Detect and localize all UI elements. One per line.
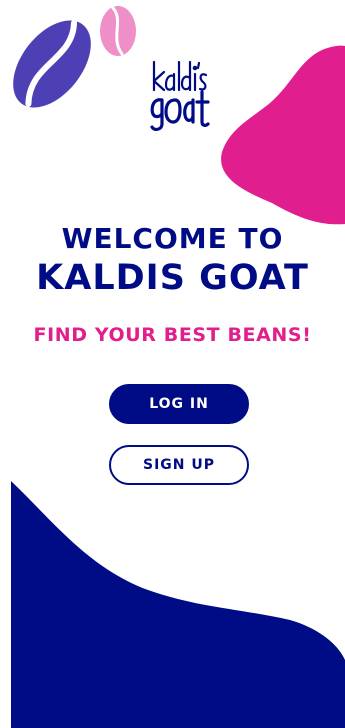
login-button[interactable]: LOG IN (109, 384, 249, 424)
tagline: FIND YOUR BEST BEANS! (33, 324, 312, 346)
signup-button[interactable]: SIGN UP (109, 445, 249, 485)
navy-wave-shape (11, 481, 345, 728)
coffee-bean-icon (13, 19, 91, 108)
brand-title: KALDIS GOAT (36, 258, 309, 298)
coffee-bean-small-icon (100, 6, 136, 56)
welcome-screen: WELCOME TO KALDIS GOAT FIND YOUR BEST BE… (0, 0, 345, 728)
kaldis-goat-logo (150, 60, 210, 131)
welcome-heading: WELCOME TO (61, 222, 284, 255)
pink-blob-shape (221, 45, 345, 225)
